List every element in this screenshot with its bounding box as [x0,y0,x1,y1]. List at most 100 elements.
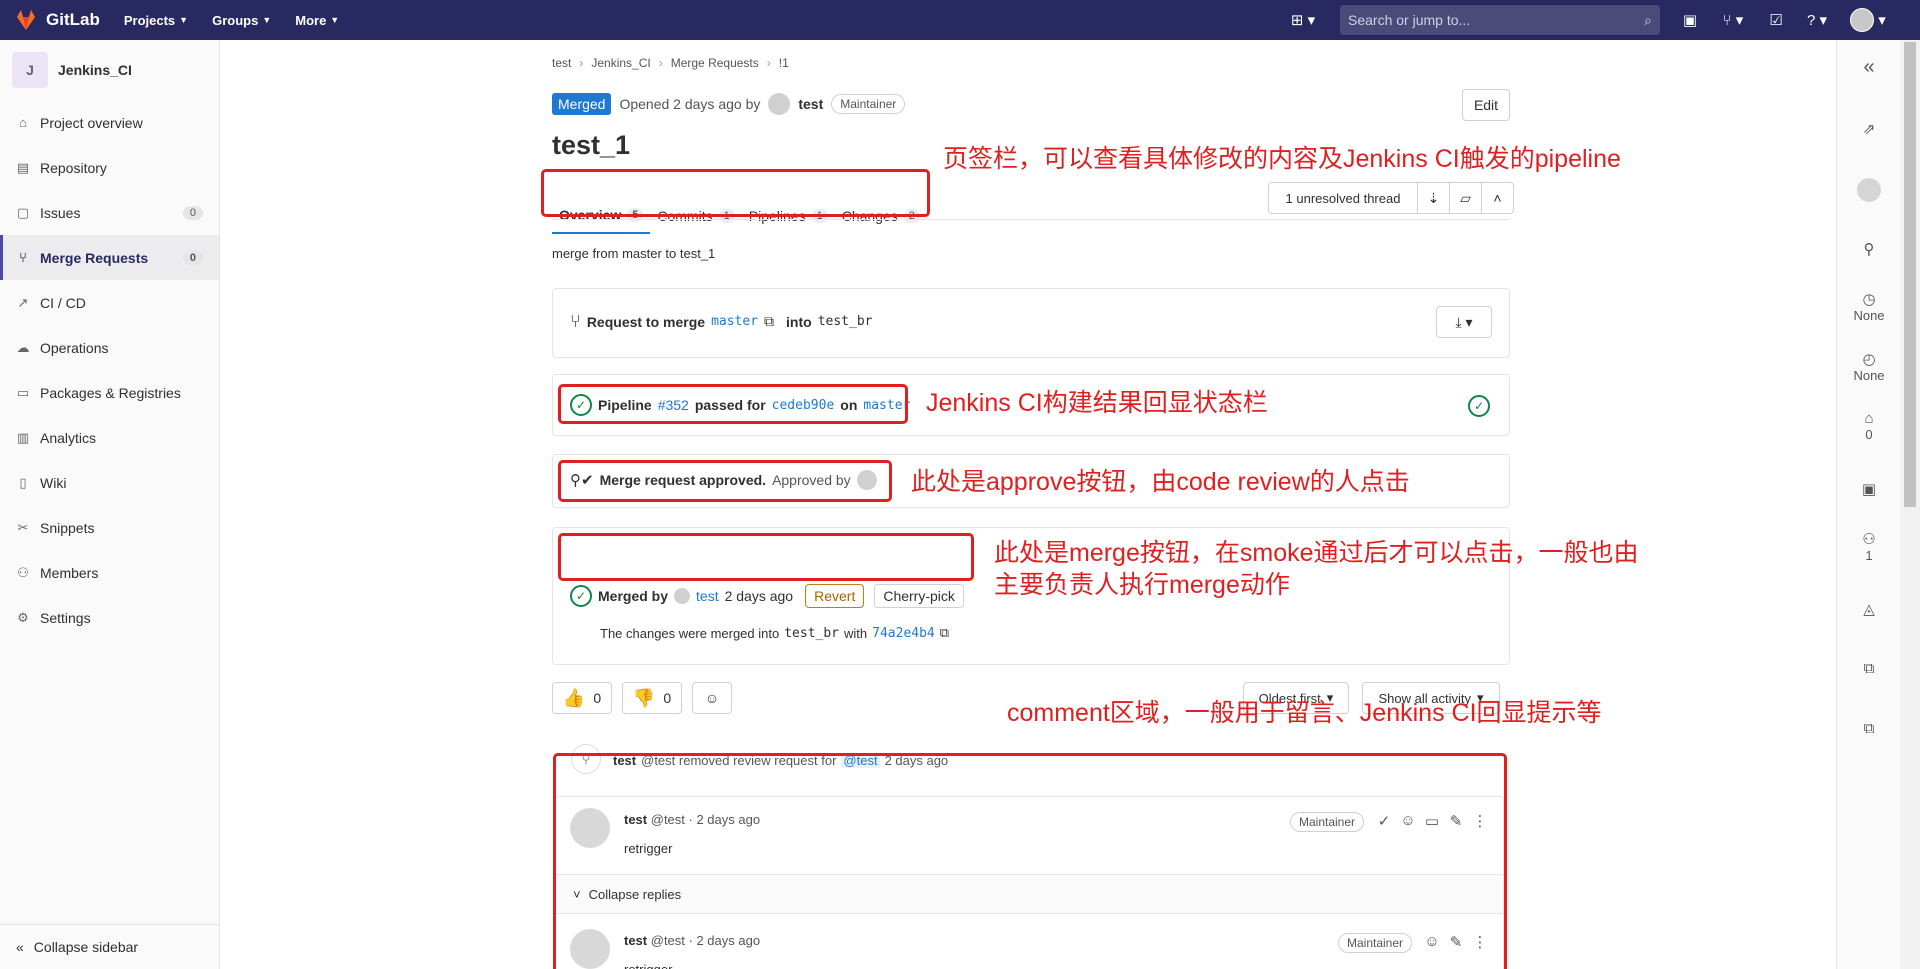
nav-projects-label: Projects [123,12,176,28]
source-branch[interactable]: master [711,314,758,329]
annotation-pipeline: Jenkins CI构建结果回显状态栏 [926,389,1268,417]
lock-icon[interactable]: ▣ [1837,480,1901,498]
double-chevron-left-icon: « [16,939,24,955]
collapse-sidebar-button[interactable]: « Collapse sidebar [0,924,219,969]
users-icon: ⚇ [17,564,29,580]
breadcrumb-item[interactable]: Jenkins_CI [591,56,650,70]
participants[interactable]: ⚇ 1 [1837,530,1901,563]
merge-request-icon: ⑂ [570,311,581,331]
chart-icon: ▥ [16,429,30,445]
sidebar-item-label: CI / CD [40,294,86,311]
thumbs-up-button[interactable]: 👍 0 [552,682,612,714]
new-item-plus-icon[interactable]: ⊞ ▾ [1278,0,1328,40]
sidebar-item-members[interactable]: ⚇ Members [0,550,219,595]
help-icon[interactable]: ? ▾ [1794,0,1840,40]
download-dropdown[interactable]: ⤓ ▾ [1436,306,1492,338]
sidebar-item-wiki[interactable]: ▯ Wiki [0,460,219,505]
sidebar-item-label: Analytics [40,429,97,446]
annotation-box-comments [553,753,1507,969]
merge-requests-icon[interactable]: ⑂ ▾ [1708,0,1758,40]
issues-icon[interactable]: ▣ [1672,0,1708,40]
issues-count-badge: 0 [182,205,203,220]
nav-more[interactable]: More ▼ [295,13,339,28]
breadcrumb-item[interactable]: Merge Requests [671,56,759,70]
mr-header: Merged Opened 2 days ago by test Maintai… [552,93,906,115]
merged-user-link[interactable]: test [696,588,719,604]
nav-groups[interactable]: Groups ▼ [212,13,271,28]
chevron-down-icon: ▼ [179,15,189,25]
breadcrumb-item[interactable]: test [552,56,571,70]
page-scrollbar[interactable] [1900,40,1920,969]
time-spent-value: None [1853,368,1885,383]
participants-count: 1 [1865,548,1873,563]
nav-groups-label: Groups [212,12,259,28]
copy-icon[interactable]: ⧉ [764,313,774,330]
sidebar-item-merge-requests[interactable]: ⑂ Merge Requests 0 [0,235,219,280]
unresolved-threads[interactable]: 1 unresolved thread [1268,182,1418,214]
chevron-up-icon[interactable]: ˄ [1482,182,1514,214]
scissors-icon: ✂ [17,519,29,535]
project-header[interactable]: J Jenkins_CI [0,40,219,100]
assignee-avatar[interactable] [1837,178,1901,202]
smiley-icon: ☺ [704,690,720,706]
merged-status: ✓ Merged by test 2 days ago Revert Cherr… [570,584,964,608]
user-menu[interactable]: ▾ [1840,0,1896,40]
sidebar-item-settings[interactable]: ⚙ Settings [0,595,219,640]
chevron-down-icon: ▼ [262,15,272,25]
todo-icon[interactable]: ☑ [1758,0,1794,40]
project-sidebar: J Jenkins_CI ⌂ Project overview ▤ Reposito… [0,40,220,969]
revert-button[interactable]: Revert [805,584,865,608]
sidebar-item-repository[interactable]: ▤ Repository [0,145,219,190]
author-link[interactable]: test [798,96,823,112]
labels[interactable]: ⌂ 0 [1837,410,1901,442]
edit-button[interactable]: Edit [1462,89,1510,121]
sidebar-item-analytics[interactable]: ▥ Analytics [0,415,219,460]
collapse-sidebar-label: Collapse sidebar [33,939,139,955]
annotation-box-tabs [541,169,930,217]
target-branch[interactable]: test_br [818,314,873,329]
resolve-thread-icon[interactable]: ▱ [1450,182,1482,214]
thumbs-down-button[interactable]: 👎 0 [622,682,682,714]
sidebar-item-ci-cd[interactable]: ↗ CI / CD [0,280,219,325]
sidebar-item-label: Repository [40,159,107,176]
into-text: into [786,313,812,330]
sidebar-item-snippets[interactable]: ✂ Snippets [0,505,219,550]
sidebar-item-label: Members [40,564,99,581]
collapse-right-sidebar-icon[interactable]: « [1837,56,1901,79]
notifications-bell-icon[interactable]: ◬ [1837,600,1901,618]
sidebar-item-issues[interactable]: ▢ Issues 0 [0,190,219,235]
jump-to-thread-icon[interactable]: ⇣ [1418,182,1450,214]
add-reaction-button[interactable]: ☺ [692,682,732,714]
copy-reference-icon[interactable]: ⧉ [1837,660,1901,677]
annotation-merge-line2: 主要负责人执行merge动作 [994,571,1290,599]
gitlab-logo[interactable]: GitLab [14,9,100,31]
thread-controls: 1 unresolved thread ⇣ ▱ ˄ [1268,182,1514,214]
merge-commit-link[interactable]: 74a2e4b4 [872,626,935,641]
nav-projects[interactable]: Projects ▼ [124,13,188,28]
labels-count: 0 [1865,427,1873,442]
time-estimate[interactable]: ◷ None [1837,290,1901,323]
role-badge: Maintainer [831,94,906,114]
todo-add-icon[interactable]: ⇗ [1837,120,1901,138]
sidebar-item-project-overview[interactable]: ⌂ Project overview [0,100,219,145]
breadcrumb-item[interactable]: !1 [779,56,789,70]
copy-email-icon[interactable]: ⧉ [1837,720,1901,737]
annotation-tabs: 页签栏，可以查看具体修改的内容及Jenkins CI触发的pipeline [943,145,1621,173]
sidebar-item-operations[interactable]: ☁ Operations [0,325,219,370]
pipeline-stage-passed-icon[interactable]: ✓ [1468,395,1490,417]
copy-icon[interactable]: ⧉ [940,625,949,641]
scrollbar-thumb[interactable] [1904,42,1916,507]
cherry-pick-button[interactable]: Cherry-pick [874,584,964,608]
search-placeholder: Search or jump to... [1348,12,1471,28]
sidebar-item-packages[interactable]: ▭ Packages & Registries [0,370,219,415]
reviewer-icon[interactable]: ⚲ [1837,240,1901,258]
sidebar-item-label: Snippets [40,519,95,536]
merged-note-text: The changes were merged into [600,625,780,641]
annotation-comment: comment区域，一般用于留言、Jenkins CI回显提示等 [1007,699,1602,727]
project-avatar: J [12,52,48,88]
time-spent[interactable]: ◴ None [1837,350,1901,383]
search-input[interactable]: Search or jump to... ⌕ [1340,5,1660,35]
project-name: Jenkins_CI [58,62,132,78]
package-icon: ▭ [16,384,30,400]
tabs-divider [552,219,1510,220]
